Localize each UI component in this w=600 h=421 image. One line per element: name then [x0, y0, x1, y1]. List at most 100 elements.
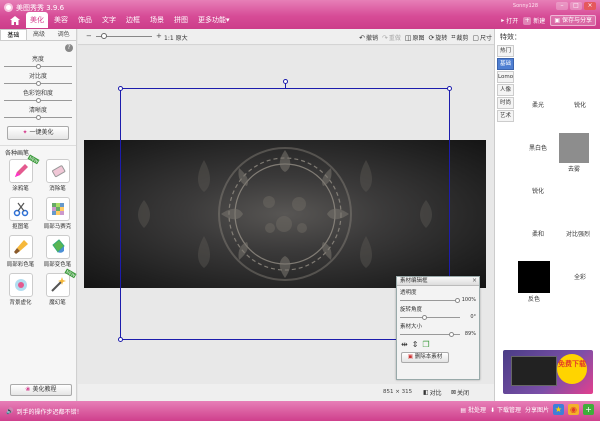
category-portrait[interactable]: 人像	[497, 84, 514, 96]
category-art[interactable]: 艺术	[497, 110, 514, 122]
tab-collage[interactable]: 拼图	[170, 12, 192, 28]
free-download-badge[interactable]: 免费下载	[557, 354, 587, 384]
plus-icon[interactable]: +	[583, 404, 594, 415]
subtab-color[interactable]: 调色	[51, 29, 76, 40]
original-button[interactable]: ◫ 原图	[405, 33, 425, 43]
maximize-button[interactable]: □	[570, 2, 582, 10]
one-click-beautify-button[interactable]: ✦ 一键美化	[7, 126, 69, 140]
canvas-area[interactable]: 素材编辑框 × 透明度 100% 旋转角度 0° 素材大小 89% ⇹ ⇕ ❐ …	[78, 46, 494, 384]
batch-button[interactable]: ▤ 批处理	[460, 405, 486, 414]
rotate-button[interactable]: ⟳ 旋转	[429, 33, 448, 43]
open-button[interactable]: ▸ 打开	[501, 15, 518, 26]
category-lomo[interactable]: Lomo	[497, 71, 514, 83]
tab-beautify[interactable]: 美化	[26, 12, 48, 28]
compare-icon: ◧	[423, 389, 429, 396]
download-manager-button[interactable]: ⬇ 下载管理	[490, 405, 521, 414]
rotation-knob[interactable]	[422, 315, 427, 320]
redo-button[interactable]: ↷ 重做	[382, 33, 401, 43]
brush-background-blur[interactable]: 背景虚化	[4, 273, 37, 308]
actual-size-button[interactable]: 1:1 原大	[164, 33, 188, 42]
brightness-slider[interactable]	[4, 64, 72, 69]
edit-tools: ↶ 撤销 ↷ 重做 ◫ 原图 ⟳ 旋转 ⌗ 裁剪 ▢ 尺寸	[359, 33, 492, 42]
delete-material-button[interactable]: ▣ 删除本素材	[401, 352, 449, 363]
resize-button[interactable]: ▢ 尺寸	[472, 33, 492, 43]
size-value: 89%	[464, 331, 476, 337]
brush-recolor[interactable]: 局部变色笔	[41, 235, 74, 270]
pen-icon	[14, 164, 28, 177]
category-fashion[interactable]: 时尚	[497, 97, 514, 109]
opacity-knob[interactable]	[455, 298, 460, 303]
sharpness-slider[interactable]	[4, 115, 72, 120]
effect-black-white[interactable]: 黑白色	[519, 106, 557, 152]
effect-high-contrast[interactable]: 对比强烈	[559, 192, 597, 238]
effect-full-color[interactable]: 全彩	[561, 235, 599, 281]
share-image-button[interactable]: 分享图片	[525, 405, 549, 414]
top-actions: ▸ 打开 + 新建 ▣ 保存与分享	[501, 15, 596, 26]
size-slider[interactable]: 89%	[400, 331, 476, 337]
copy-icon[interactable]: ❐	[422, 340, 429, 349]
new-button[interactable]: + 新建	[523, 15, 545, 26]
close-icon[interactable]: ×	[472, 277, 477, 285]
user-name[interactable]: Sonny128	[513, 3, 538, 9]
contrast-knob[interactable]	[35, 81, 41, 86]
undo-icon: ↶	[359, 33, 365, 42]
contrast-slider[interactable]	[4, 81, 72, 86]
saturation-label: 色彩饱和度	[22, 90, 53, 97]
tab-face[interactable]: 美容	[50, 12, 72, 28]
effect-thumbnail	[520, 63, 556, 99]
resize-handle[interactable]	[447, 86, 452, 91]
saturation-knob[interactable]	[35, 98, 41, 103]
minimize-button[interactable]: –	[556, 2, 568, 10]
tab-accessories[interactable]: 饰品	[74, 12, 96, 28]
save-share-button[interactable]: ▣ 保存与分享	[550, 15, 596, 26]
brush-mosaic[interactable]: 局部马赛克	[41, 197, 74, 232]
brush-label: 局部马赛克	[43, 224, 72, 230]
brush-local-color[interactable]: 局部彩色笔	[4, 235, 37, 270]
zoom-knob[interactable]	[101, 33, 107, 39]
tab-text[interactable]: 文字	[98, 12, 120, 28]
effect-sharpen-2[interactable]: 锐化	[519, 149, 557, 195]
zoom-out-button[interactable]: −	[86, 32, 92, 40]
brush-eraser[interactable]: 消除笔	[41, 159, 74, 194]
weibo-icon[interactable]: ◉	[568, 404, 579, 415]
saturation-slider[interactable]	[4, 98, 72, 103]
home-tab[interactable]	[6, 12, 24, 28]
size-knob[interactable]	[448, 332, 454, 337]
tab-frame[interactable]: 边框	[122, 12, 144, 28]
subtab-advanced[interactable]: 高级	[27, 29, 52, 40]
crop-button[interactable]: ⌗ 裁剪	[451, 33, 468, 42]
category-hot[interactable]: 热门	[497, 45, 514, 57]
flip-vertical-icon[interactable]: ⇕	[412, 340, 419, 349]
effect-dehaze[interactable]: 去雾	[555, 133, 593, 173]
sharpness-knob[interactable]	[35, 115, 41, 120]
status-tip-text: 到手的操作步迟都不错！	[16, 409, 83, 416]
effect-invert[interactable]: 反色	[515, 261, 553, 303]
resize-handle[interactable]	[118, 86, 123, 91]
rotate-handle[interactable]	[283, 79, 288, 84]
opacity-slider[interactable]: 100%	[400, 297, 476, 303]
brush-magic[interactable]: 魔幻笔 NEW	[41, 268, 77, 308]
brightness-label: 亮度	[31, 56, 44, 63]
category-basic[interactable]: 基础	[497, 58, 514, 70]
brightness-knob[interactable]	[35, 64, 41, 69]
effect-sharpen[interactable]: 锐化	[561, 63, 599, 109]
undo-button[interactable]: ↶ 撤销	[359, 33, 378, 43]
star-icon[interactable]: ★	[553, 404, 564, 415]
effect-soft[interactable]: 柔和	[519, 192, 557, 238]
zoom-in-button[interactable]: +	[156, 32, 162, 40]
brush-doodle[interactable]: 涂鸦笔 NEW	[4, 154, 40, 194]
brush-cutout[interactable]: 抠图笔	[4, 197, 37, 232]
compare-button[interactable]: ◧ 对比	[423, 388, 442, 397]
help-icon[interactable]: ?	[65, 44, 73, 52]
flip-horizontal-icon[interactable]: ⇹	[401, 340, 408, 349]
beautify-tutorial-button[interactable]: ❀ 美化教程	[10, 384, 72, 396]
tab-scene[interactable]: 场景	[146, 12, 168, 28]
resize-handle[interactable]	[118, 337, 123, 342]
subtab-basic[interactable]: 基础	[0, 29, 27, 40]
effect-soft-light[interactable]: 柔光	[519, 63, 557, 109]
close-image-button[interactable]: ⊠ 关闭	[451, 388, 469, 397]
download-ad-banner[interactable]: 免费下载	[503, 350, 593, 394]
close-button[interactable]: ×	[584, 2, 596, 10]
rotation-slider[interactable]: 0°	[400, 314, 476, 320]
tab-more[interactable]: 更多功能▾	[194, 12, 234, 28]
